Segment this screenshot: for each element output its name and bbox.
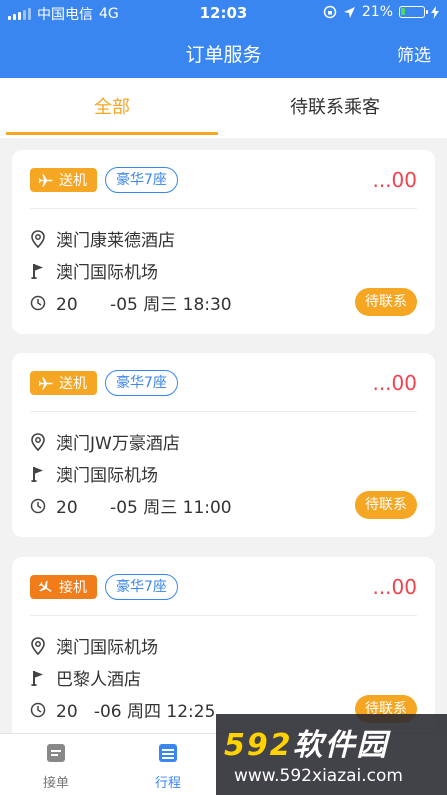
order-tabs: 全部 待联系乘客 bbox=[0, 78, 447, 138]
dropoff-location-row: 澳门国际机场 bbox=[30, 461, 158, 486]
card-divider bbox=[30, 411, 417, 412]
tab-all[interactable]: 全部 bbox=[7, 78, 217, 138]
pickup-location-row: 澳门JW万豪酒店 bbox=[30, 429, 180, 454]
dropoff-location: 澳门国际机场 bbox=[56, 466, 158, 486]
location-pin-icon bbox=[31, 432, 45, 451]
destination-flag-icon bbox=[31, 263, 43, 279]
battery-icon bbox=[399, 6, 428, 18]
dropoff-location: 澳门国际机场 bbox=[56, 263, 158, 283]
battery-percent: 21% bbox=[361, 4, 393, 20]
departure-time-row: 20 -06 周四 12:25 bbox=[30, 697, 215, 722]
location-pin-icon bbox=[31, 636, 45, 655]
departure-time: 20 -05 周三 18:30 bbox=[56, 295, 232, 315]
departure-time: 20 -05 周三 11:00 bbox=[56, 498, 232, 518]
tab-trips-label: 行程 bbox=[154, 776, 181, 791]
clock-icon bbox=[30, 295, 46, 310]
order-price: ...00 bbox=[372, 575, 417, 599]
clock-icon bbox=[30, 498, 46, 513]
tab-accept-orders-label: 接单 bbox=[42, 776, 69, 791]
active-tab-indicator bbox=[6, 132, 218, 135]
destination-flag-icon bbox=[31, 670, 43, 686]
departure-time: 20 -06 周四 12:25 bbox=[56, 702, 216, 722]
tab-pending-contact[interactable]: 待联系乘客 bbox=[230, 78, 440, 138]
charging-icon bbox=[431, 5, 439, 19]
rotation-lock-icon bbox=[323, 5, 337, 19]
dropoff-location: 巴黎人酒店 bbox=[56, 670, 141, 690]
card-divider bbox=[30, 615, 417, 616]
watermark-logo: 592软件园 www.592xiazai.com bbox=[216, 714, 447, 795]
watermark-brand-number: 592 bbox=[224, 728, 293, 763]
trip-list-icon bbox=[159, 744, 177, 762]
order-type-label: 接机 bbox=[59, 580, 87, 596]
pickup-location-row: 澳门康莱德酒店 bbox=[30, 226, 175, 251]
vehicle-type-badge: 豪华7座 bbox=[105, 370, 178, 396]
watermark-brand-text: 软件园 bbox=[292, 728, 389, 763]
pickup-location: 澳门国际机场 bbox=[56, 638, 158, 658]
pickup-location: 澳门康莱德酒店 bbox=[56, 231, 175, 251]
order-list-icon bbox=[47, 744, 65, 762]
order-type-label: 送机 bbox=[59, 376, 87, 392]
dropoff-location-row: 巴黎人酒店 bbox=[30, 665, 141, 690]
airplane-icon bbox=[38, 173, 53, 187]
card-divider bbox=[30, 208, 417, 209]
order-type-badge: 接机 bbox=[30, 575, 97, 599]
order-card[interactable]: 送机 豪华7座 ...00 澳门康莱德酒店 澳门国际机场 20 -05 周三 1… bbox=[12, 150, 435, 334]
pickup-location-row: 澳门国际机场 bbox=[30, 633, 158, 658]
destination-flag-icon bbox=[31, 466, 43, 482]
order-price: ...00 bbox=[372, 168, 417, 192]
app-header: 中国电信 4G 12:03 21% 订单服务 筛选 bbox=[0, 0, 447, 78]
status-bar: 中国电信 4G 12:03 21% bbox=[0, 0, 447, 26]
order-type-label: 送机 bbox=[59, 173, 87, 189]
filter-button[interactable]: 筛选 bbox=[397, 41, 431, 66]
order-type-badge: 送机 bbox=[30, 168, 97, 192]
airplane-icon bbox=[38, 376, 53, 390]
clock-icon bbox=[30, 702, 46, 717]
pickup-location: 澳门JW万豪酒店 bbox=[56, 434, 180, 454]
page-title: 订单服务 bbox=[185, 44, 262, 66]
order-type-badge: 送机 bbox=[30, 371, 97, 395]
pending-contact-button[interactable]: 待联系 bbox=[355, 288, 417, 316]
vehicle-type-badge: 豪华7座 bbox=[105, 574, 178, 600]
pending-contact-button[interactable]: 待联系 bbox=[355, 491, 417, 519]
order-card[interactable]: 送机 豪华7座 ...00 澳门JW万豪酒店 澳门国际机场 20 -05 周三 … bbox=[12, 353, 435, 537]
location-pin-icon bbox=[31, 229, 45, 248]
airplane-icon bbox=[38, 580, 52, 592]
vehicle-type-badge: 豪华7座 bbox=[105, 167, 178, 193]
tab-trips[interactable]: 行程 bbox=[128, 742, 208, 791]
watermark-url: www.592xiazai.com bbox=[234, 766, 403, 786]
departure-time-row: 20 -05 周三 18:30 bbox=[30, 290, 232, 315]
tab-accept-orders[interactable]: 接单 bbox=[16, 742, 96, 791]
dropoff-location-row: 澳门国际机场 bbox=[30, 258, 158, 283]
departure-time-row: 20 -05 周三 11:00 bbox=[30, 493, 232, 518]
order-price: ...00 bbox=[372, 371, 417, 395]
location-arrow-icon bbox=[343, 6, 355, 18]
